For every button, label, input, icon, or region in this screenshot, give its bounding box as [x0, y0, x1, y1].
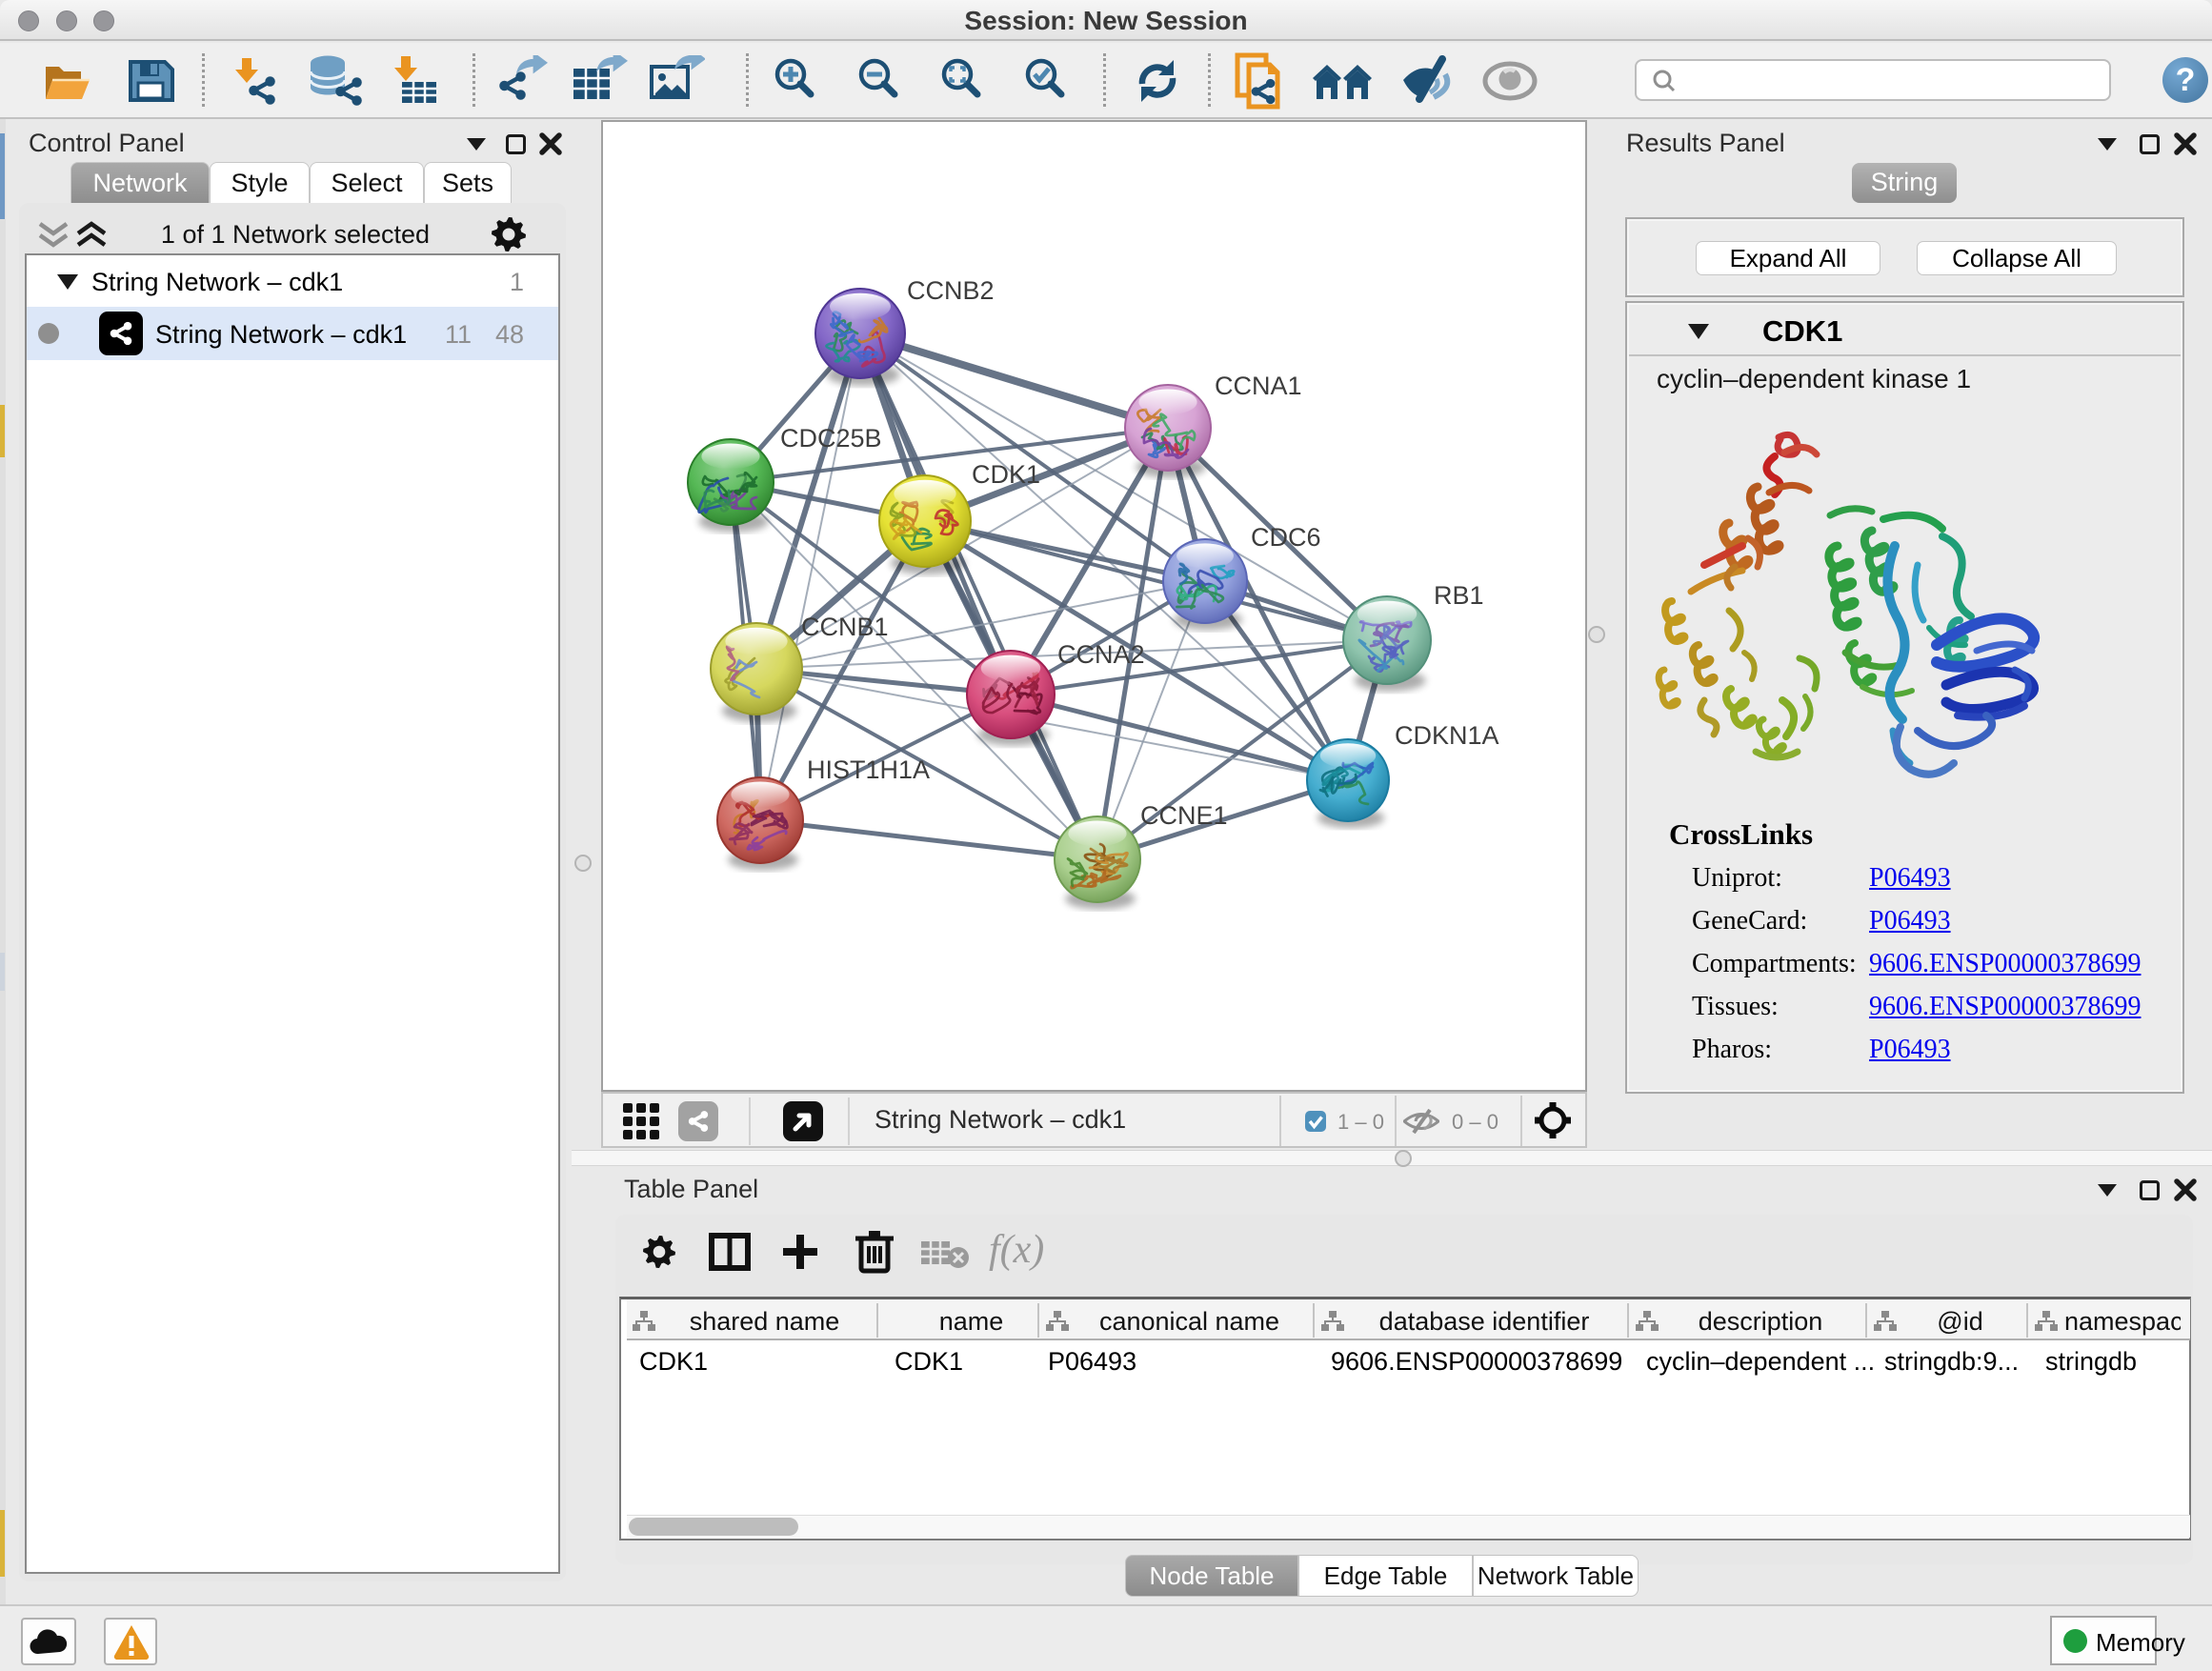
svg-text:CCNB1: CCNB1 — [801, 613, 889, 641]
svg-text:CDKN1A: CDKN1A — [1395, 721, 1499, 750]
svg-text:CCNA2: CCNA2 — [1057, 640, 1145, 669]
svg-text:CCNB2: CCNB2 — [907, 276, 995, 305]
svg-text:CDK1: CDK1 — [972, 460, 1040, 489]
svg-text:RB1: RB1 — [1434, 581, 1484, 610]
svg-text:CCNA1: CCNA1 — [1215, 372, 1302, 400]
svg-text:HIST1H1A: HIST1H1A — [807, 755, 930, 784]
svg-text:CDC25B: CDC25B — [780, 424, 882, 453]
svg-text:CCNE1: CCNE1 — [1140, 801, 1228, 830]
svg-text:CDC6: CDC6 — [1251, 523, 1321, 552]
